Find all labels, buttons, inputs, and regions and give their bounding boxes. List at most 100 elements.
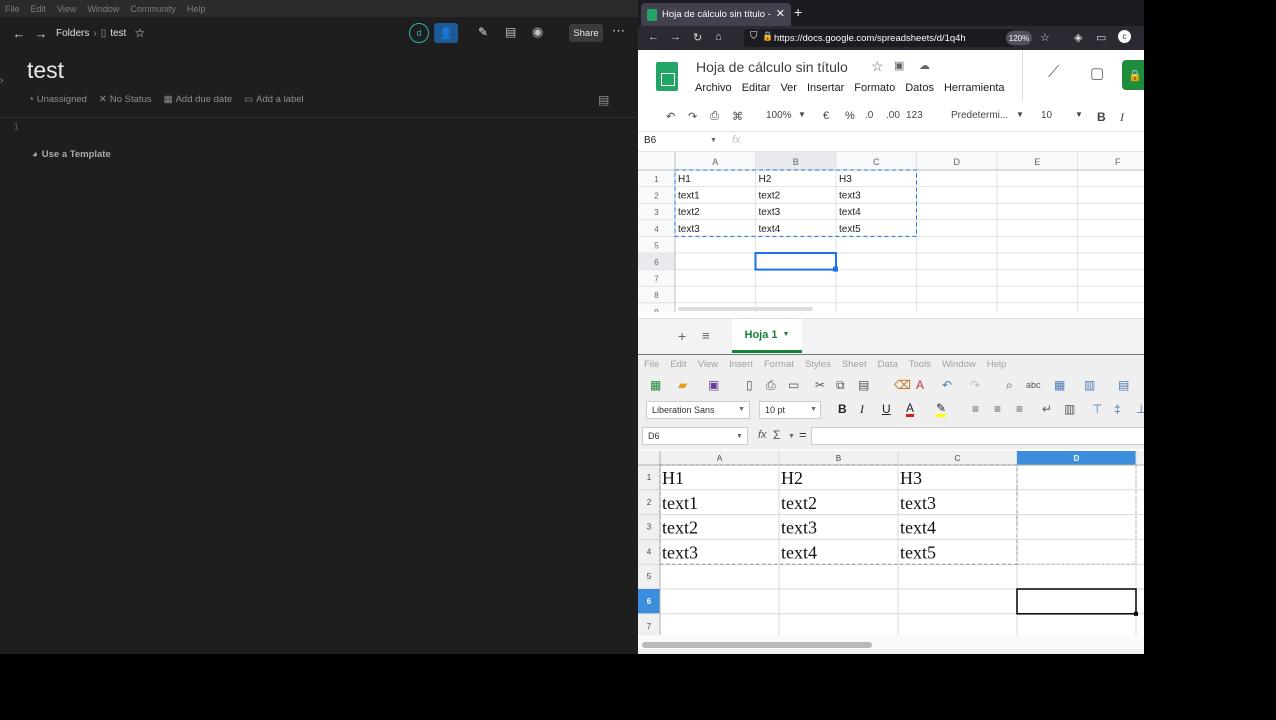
highlight-icon[interactable]: ✎ (936, 402, 947, 417)
formula-input[interactable] (811, 427, 1144, 445)
name-box[interactable]: D6 (642, 427, 748, 445)
invite-user-button[interactable]: 👤 (434, 23, 458, 43)
cloud-icon[interactable]: ☁ (919, 59, 930, 72)
menu-ver[interactable]: Ver (780, 82, 797, 94)
menu-format[interactable]: Format (764, 359, 794, 370)
pencil-icon[interactable]: ✎ (478, 25, 488, 39)
split-view-icon[interactable]: ▤ (505, 25, 516, 39)
eye-icon[interactable]: ◉ (532, 24, 543, 40)
decrease-decimal-button[interactable]: .0 (865, 110, 873, 121)
name-box[interactable]: B6 (644, 135, 656, 146)
undo-icon[interactable]: ↶ (942, 378, 952, 392)
print-icon[interactable]: ⎙ (766, 378, 776, 393)
sort-icon[interactable]: ▤ (1118, 378, 1129, 392)
menu-insert[interactable]: Insert (729, 359, 753, 370)
sheet-tab[interactable]: Hoja 1 ▼ (732, 319, 802, 353)
merge-cells-icon[interactable]: ▥ (1064, 402, 1075, 416)
bold-button[interactable]: B (1097, 110, 1106, 124)
underline-button[interactable]: U (882, 402, 891, 416)
menu-help[interactable]: Help (987, 359, 1007, 370)
print-icon[interactable]: ⎙ (710, 110, 719, 123)
pocket-icon[interactable]: ◈ (1074, 31, 1082, 44)
menu-formato[interactable]: Formato (854, 82, 895, 94)
menu-view[interactable]: View (698, 359, 718, 370)
font-select[interactable]: Predetermi... (951, 110, 1008, 121)
row-icon[interactable]: ▦ (1054, 378, 1065, 392)
menu-help[interactable]: Help (187, 4, 206, 14)
breadcrumb-folders[interactable]: Folders (56, 28, 89, 39)
italic-button[interactable]: I (1120, 110, 1124, 125)
cut-icon[interactable]: ✂ (815, 378, 825, 392)
new-document-icon[interactable]: ▦ (650, 378, 661, 392)
status-field[interactable]: ✕ No Status (99, 94, 152, 105)
redo-icon[interactable]: ↷ (970, 378, 980, 392)
comment-icon[interactable]: ▢ (1090, 64, 1104, 82)
sum-icon[interactable]: Σ (773, 428, 780, 442)
sheets-logo-icon[interactable] (656, 62, 678, 91)
home-icon[interactable]: ⌂ (715, 31, 722, 43)
align-center-icon[interactable]: ≡ (994, 402, 1001, 416)
menu-edit[interactable]: Edit (670, 359, 686, 370)
menu-insertar[interactable]: Insertar (807, 82, 844, 94)
zoom-indicator[interactable]: 120% (1006, 31, 1032, 45)
add-sheet-icon[interactable]: + (678, 328, 686, 344)
formula-icon[interactable]: = (799, 427, 807, 442)
menu-styles[interactable]: Styles (805, 359, 831, 370)
more-icon[interactable]: ⋯ (612, 23, 625, 39)
align-top-icon[interactable]: ⊤ (1092, 402, 1102, 416)
open-folder-icon[interactable]: ▰ (678, 378, 687, 392)
back-arrow-icon[interactable]: ← (8, 26, 30, 41)
increase-decimal-button[interactable]: .00 (886, 110, 900, 121)
number-format-button[interactable]: 123 (906, 110, 923, 121)
sidebar-toggle-icon[interactable]: › (0, 75, 3, 86)
trend-icon[interactable]: ⟋ (1048, 64, 1059, 82)
account-icon[interactable]: c (1118, 30, 1131, 43)
print-preview-icon[interactable]: ▭ (788, 378, 799, 392)
reload-icon[interactable]: ↻ (693, 31, 702, 44)
font-size-select[interactable]: 10 (1041, 110, 1052, 121)
comment-icon[interactable]: ▤ (598, 93, 609, 107)
undo-icon[interactable]: ↶ (666, 110, 675, 123)
tab-close-icon[interactable]: ✕ (776, 7, 785, 20)
menu-view[interactable]: View (57, 4, 76, 14)
sheets-grid[interactable]: A B C D E F 1 2 3 4 5 6 7 8 9 H1 H2 H3 text1 text2 text3 text… (638, 152, 1144, 312)
avatar[interactable]: d (409, 23, 429, 43)
column-icon[interactable]: ▥ (1084, 378, 1095, 392)
label-field[interactable]: ▭ Add a label (244, 94, 304, 105)
menu-file[interactable]: File (644, 359, 659, 370)
clear-formatting-icon[interactable]: A (916, 378, 924, 392)
copy-icon[interactable]: ⧉ (836, 378, 845, 393)
share-button[interactable]: 🔒 (1122, 60, 1144, 90)
paste-icon[interactable]: ▤ (858, 378, 869, 392)
sheet-title[interactable]: Hoja de cálculo sin título (696, 59, 848, 75)
page-title[interactable]: test (27, 57, 64, 84)
assignee-field[interactable]: ◔ Unassigned (28, 94, 87, 105)
menu-herramientas[interactable]: Herramienta (944, 82, 1005, 94)
menu-window[interactable]: Window (942, 359, 976, 370)
horizontal-scrollbar[interactable] (642, 642, 872, 648)
new-tab-icon[interactable]: + (794, 4, 802, 20)
menu-edit[interactable]: Edit (31, 4, 47, 14)
bookmark-star-icon[interactable]: ☆ (1040, 31, 1050, 44)
all-sheets-icon[interactable]: ≡ (702, 328, 710, 343)
calc-grid[interactable]: A B C D 1 2 3 4 5 6 7 H1 H2 H3 text1 text2 text3 text2 tex… (638, 451, 1144, 635)
function-wizard-icon[interactable]: fx (758, 429, 767, 441)
browser-tab[interactable]: Hoja de cálculo sin título - ✕ (641, 3, 791, 26)
back-icon[interactable]: ← (648, 31, 659, 43)
due-date-field[interactable]: ▦ Add due date (164, 94, 233, 105)
paint-format-icon[interactable]: ⌘ (732, 110, 743, 123)
menu-datos[interactable]: Datos (905, 82, 934, 94)
menu-data[interactable]: Data (878, 359, 898, 370)
redo-icon[interactable]: ↷ (688, 110, 697, 123)
align-right-icon[interactable]: ≡ (1016, 402, 1023, 416)
menu-editar[interactable]: Editar (742, 82, 771, 94)
italic-button[interactable]: I (860, 402, 864, 417)
forward-icon[interactable]: → (670, 31, 681, 43)
save-icon[interactable]: ▣ (708, 378, 719, 392)
align-left-icon[interactable]: ≡ (972, 402, 979, 416)
move-folder-icon[interactable]: ▣ (894, 59, 904, 72)
reader-icon[interactable]: ▭ (1096, 31, 1106, 44)
menu-window[interactable]: Window (87, 4, 119, 14)
spelling-icon[interactable]: abc (1026, 380, 1041, 390)
menu-file[interactable]: File (5, 4, 20, 14)
